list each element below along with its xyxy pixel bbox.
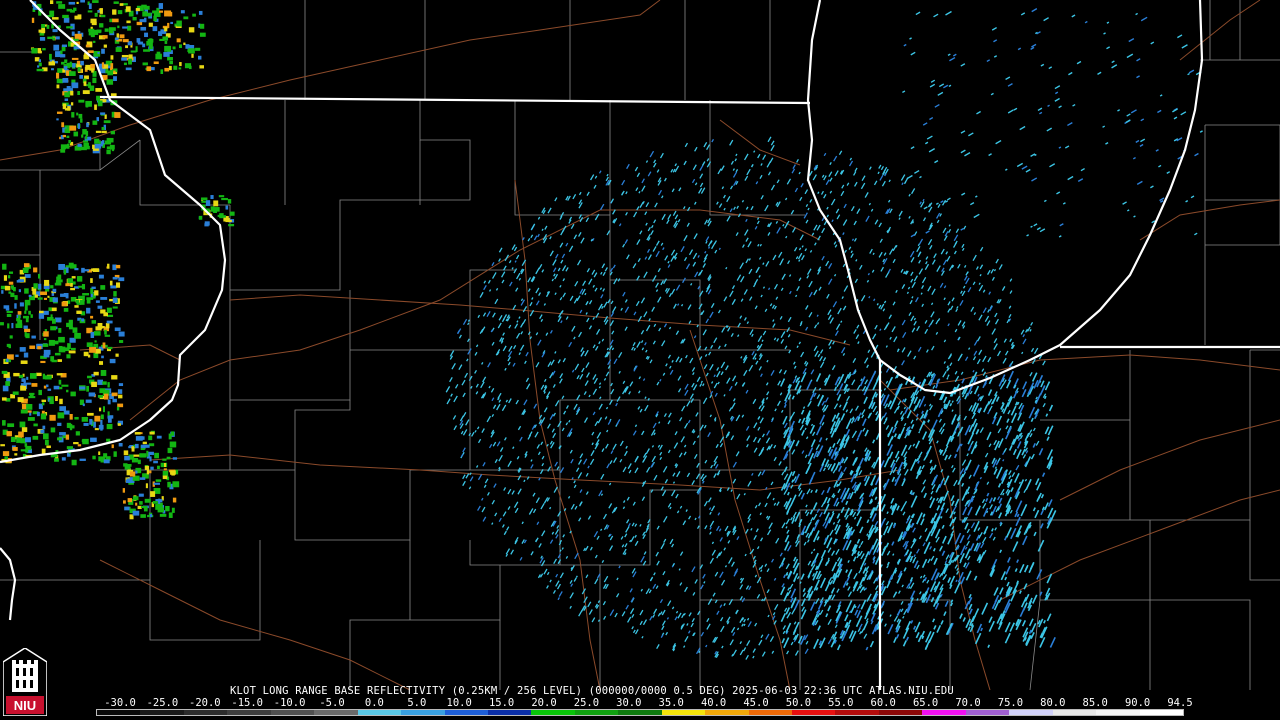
colorbar-segment bbox=[878, 710, 923, 715]
colorbar-segment bbox=[1139, 710, 1183, 715]
scale-tick-label: 5.0 bbox=[407, 697, 427, 709]
color-scale-labels: -30.0 -25.0 -20.0 -15.0 -10.0 -5.0 0.0 5.0 10.0 1… bbox=[90, 697, 1200, 709]
scale-tick-label: 0.0 bbox=[364, 697, 384, 709]
scale-tick-label: 85.0 bbox=[1082, 697, 1108, 709]
scale-tick-label: 35.0 bbox=[658, 697, 684, 709]
colorbar-segment bbox=[835, 710, 879, 715]
scale-tick-label: 70.0 bbox=[955, 697, 981, 709]
scale-tick-label: -20.0 bbox=[188, 697, 221, 709]
scale-tick-label: 65.0 bbox=[912, 697, 939, 709]
scale-tick-label: 25.0 bbox=[573, 697, 600, 709]
scale-tick-label: 94.5 bbox=[1167, 697, 1193, 709]
scale-tick-label: 15.0 bbox=[488, 697, 515, 709]
scale-tick-label: 75.0 bbox=[997, 697, 1024, 709]
scale-tick-label: -5.0 bbox=[319, 697, 345, 709]
colorbar-segment bbox=[140, 710, 184, 715]
colorbar-segment bbox=[705, 710, 749, 715]
colorbar-segment bbox=[1052, 710, 1097, 715]
map-background bbox=[0, 0, 1280, 720]
colorbar-segment bbox=[748, 710, 792, 715]
colorbar-segment bbox=[314, 710, 358, 715]
scale-tick-label: 50.0 bbox=[785, 697, 812, 709]
colorbar-segment bbox=[618, 710, 662, 715]
colorbar-segment bbox=[401, 710, 445, 715]
scale-tick-label: 30.0 bbox=[616, 697, 642, 709]
niu-logo: NIU bbox=[3, 648, 47, 716]
scale-tick-label: -25.0 bbox=[146, 697, 179, 709]
colorbar-segment bbox=[97, 710, 141, 715]
colorbar-segment bbox=[270, 710, 315, 715]
colorbar-segment bbox=[227, 710, 271, 715]
colorbar-segment bbox=[792, 710, 836, 715]
colorbar-segment bbox=[574, 710, 619, 715]
colorbar-segment bbox=[487, 710, 532, 715]
colorbar-segment bbox=[444, 710, 488, 715]
reflectivity-colorbar bbox=[96, 709, 1184, 716]
scale-tick-label: 45.0 bbox=[743, 697, 769, 709]
colorbar-segment bbox=[357, 710, 402, 715]
colorbar-segment bbox=[183, 710, 228, 715]
colorbar-segment bbox=[922, 710, 966, 715]
colorbar-segment bbox=[1096, 710, 1140, 715]
scale-tick-label: 90.0 bbox=[1124, 697, 1151, 709]
scale-tick-label: 55.0 bbox=[828, 697, 854, 709]
colorbar-segment bbox=[965, 710, 1010, 715]
colorbar-segment bbox=[661, 710, 706, 715]
scale-tick-label: -15.0 bbox=[231, 697, 263, 709]
colorbar-segment bbox=[1009, 710, 1053, 715]
scale-tick-label: 40.0 bbox=[700, 697, 727, 709]
scale-tick-label: 60.0 bbox=[870, 697, 896, 709]
scale-tick-label: 10.0 bbox=[446, 697, 472, 709]
scale-tick-label: 20.0 bbox=[531, 697, 557, 709]
scale-tick-label: -10.0 bbox=[273, 697, 306, 709]
logo-text: NIU bbox=[14, 698, 36, 713]
radar-map bbox=[0, 0, 1280, 720]
radar-caption: KLOT LONG RANGE BASE REFLECTIVITY (0.25K… bbox=[230, 685, 954, 697]
scale-tick-label: -30.0 bbox=[104, 697, 136, 709]
colorbar-segment bbox=[531, 710, 575, 715]
scale-tick-label: 80.0 bbox=[1040, 697, 1066, 709]
